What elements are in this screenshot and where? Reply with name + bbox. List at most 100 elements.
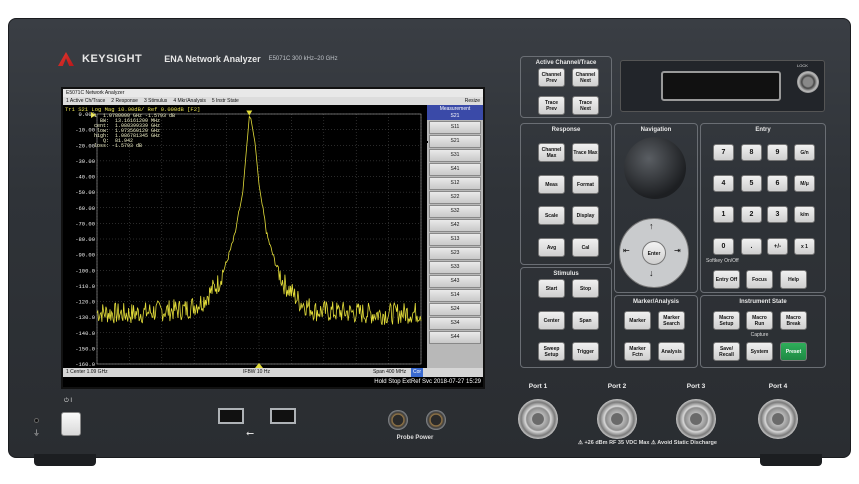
trace-prev-button[interactable]: Trace Prev <box>538 96 565 115</box>
usb-port-2[interactable] <box>270 408 296 424</box>
trace-next-button[interactable]: Trace Next <box>572 96 599 115</box>
softkey-s13[interactable]: S13 <box>429 233 481 246</box>
key-x1[interactable]: x 1 <box>794 238 815 255</box>
analysis-button[interactable]: Analysis <box>658 342 685 361</box>
entry-off-button[interactable]: Entry Off <box>713 270 740 289</box>
cal-button[interactable]: Cal <box>572 238 599 257</box>
menu-item[interactable]: 4 Mkr/Analysis <box>173 97 206 105</box>
center-freq: 1 Center 1.09 GHz <box>66 369 108 375</box>
key-dot[interactable]: . <box>741 238 762 255</box>
key-9[interactable]: 9 <box>767 144 788 161</box>
marker-button[interactable]: Marker <box>624 311 651 330</box>
preset-button[interactable]: Preset <box>780 342 807 361</box>
y-tick-label: -50.00 <box>75 189 95 196</box>
softkey-s24[interactable]: S24 <box>429 303 481 316</box>
system-button[interactable]: System <box>746 342 773 361</box>
key-1[interactable]: 1 <box>713 206 734 223</box>
macro-setup-button[interactable]: Macro Setup <box>713 311 740 330</box>
focus-button[interactable]: Focus <box>746 270 773 289</box>
save-recall-button[interactable]: Save/ Recall <box>713 342 740 361</box>
port1-connector[interactable] <box>518 399 558 439</box>
display-button[interactable]: Display <box>572 206 599 225</box>
menu-item[interactable]: 5 Instr State <box>212 97 239 105</box>
menu-item[interactable]: 3 Stimulus <box>144 97 167 105</box>
probe-power-connector-2[interactable] <box>426 410 446 430</box>
softkey-s14[interactable]: S14 <box>429 289 481 302</box>
scale-button[interactable]: Scale <box>538 206 565 225</box>
y-tick-label: -110.0 <box>75 283 95 290</box>
macro-run-button[interactable]: Macro Run <box>746 311 773 330</box>
macro-break-button[interactable]: Macro Break <box>780 311 807 330</box>
softkey-s32[interactable]: S32 <box>429 205 481 218</box>
port3-connector[interactable] <box>676 399 716 439</box>
meas-button[interactable]: Meas <box>538 175 565 194</box>
port4-label: Port 4 <box>768 383 788 390</box>
y-tick-label: -70.00 <box>75 220 95 227</box>
arrow-up-icon[interactable]: ↑ <box>649 221 654 231</box>
softkey-s23[interactable]: S23 <box>429 247 481 260</box>
trace-header: Tr1 S21 Log Mag 10.00dB/ Ref 0.000dB [F2… <box>65 106 201 113</box>
menu-item[interactable]: 1 Active Ch/Trace <box>66 97 105 105</box>
port2-connector[interactable] <box>597 399 637 439</box>
trigger-button[interactable]: Trigger <box>572 342 599 361</box>
lock-knob[interactable] <box>797 71 819 93</box>
enter-button[interactable]: Enter <box>642 241 666 265</box>
key-5[interactable]: 5 <box>741 175 762 192</box>
key-3[interactable]: 3 <box>767 206 788 223</box>
trace-max-button[interactable]: Trace Max <box>572 143 599 162</box>
key-2[interactable]: 2 <box>741 206 762 223</box>
avg-button[interactable]: Avg <box>538 238 565 257</box>
softkey-s44[interactable]: S44 <box>429 331 481 344</box>
rear-connector-panel: LOCK <box>620 60 825 112</box>
key-g-n[interactable]: G/n <box>794 144 815 161</box>
arrow-left-icon[interactable]: ⇤ <box>623 246 630 255</box>
softkey-s22[interactable]: S22 <box>429 191 481 204</box>
channel-next-button[interactable]: Channel Next <box>572 68 599 87</box>
probe-power-connector-1[interactable] <box>388 410 408 430</box>
usb-port-1[interactable] <box>218 408 244 424</box>
softkey-s41[interactable]: S41 <box>429 163 481 176</box>
port2-label: Port 2 <box>607 383 627 390</box>
marker-search-button[interactable]: Marker Search <box>658 311 685 330</box>
menu-item[interactable]: 2 Response <box>111 97 138 105</box>
span-button[interactable]: Span <box>572 311 599 330</box>
key-m-u[interactable]: M/μ <box>794 175 815 192</box>
arrow-down-icon[interactable]: ↓ <box>649 268 654 278</box>
channel-prev-button[interactable]: Channel Prev <box>538 68 565 87</box>
softkey-s42[interactable]: S42 <box>429 219 481 232</box>
softkey-s11[interactable]: S11 <box>429 121 481 134</box>
key-4[interactable]: 4 <box>713 175 734 192</box>
format-button[interactable]: Format <box>572 175 599 194</box>
y-tick-label: -150.0 <box>75 345 95 352</box>
resize-menu[interactable]: Resize <box>465 97 483 105</box>
help-button[interactable]: Help <box>780 270 807 289</box>
start-button[interactable]: Start <box>538 279 565 298</box>
key-0[interactable]: 0 <box>713 238 734 255</box>
marker-fctn-button[interactable]: Marker Fctn <box>624 342 651 361</box>
foot-left <box>34 454 96 466</box>
center-button[interactable]: Center <box>538 311 565 330</box>
softkey-s43[interactable]: S43 <box>429 275 481 288</box>
sweep-setup-button[interactable]: Sweep Setup <box>538 342 565 361</box>
trace-window: 0.000 -10.00 -20.00 -30.00 -40.00 -50.00 -60.0… <box>63 105 425 368</box>
channel-max-button[interactable]: Channel Max <box>538 143 565 162</box>
rotary-knob[interactable] <box>624 137 686 199</box>
softkey-s12[interactable]: S12 <box>429 177 481 190</box>
power-switch[interactable] <box>61 412 81 436</box>
port-warning: ⚠ +26 dBm RF 35 VDC Max ⚠ Avoid Static D… <box>578 440 717 446</box>
y-tick-label: -80.00 <box>75 236 95 243</box>
softkey-header: Measurement S21 <box>427 105 483 120</box>
softkey-s34[interactable]: S34 <box>429 317 481 330</box>
stop-button[interactable]: Stop <box>572 279 599 298</box>
key-plus-minus[interactable]: +/- <box>767 238 788 255</box>
port4-connector[interactable] <box>758 399 798 439</box>
key-8[interactable]: 8 <box>741 144 762 161</box>
softkey-s31[interactable]: S31 <box>429 149 481 162</box>
arrow-right-icon[interactable]: ⇥ <box>674 246 681 255</box>
key-k-m[interactable]: k/m <box>794 206 815 223</box>
key-6[interactable]: 6 <box>767 175 788 192</box>
key-7[interactable]: 7 <box>713 144 734 161</box>
softkey-s33[interactable]: S33 <box>429 261 481 274</box>
softkey-s21[interactable]: S21 <box>426 135 481 148</box>
model-name: E5071C 300 kHz–20 GHz <box>268 56 338 62</box>
